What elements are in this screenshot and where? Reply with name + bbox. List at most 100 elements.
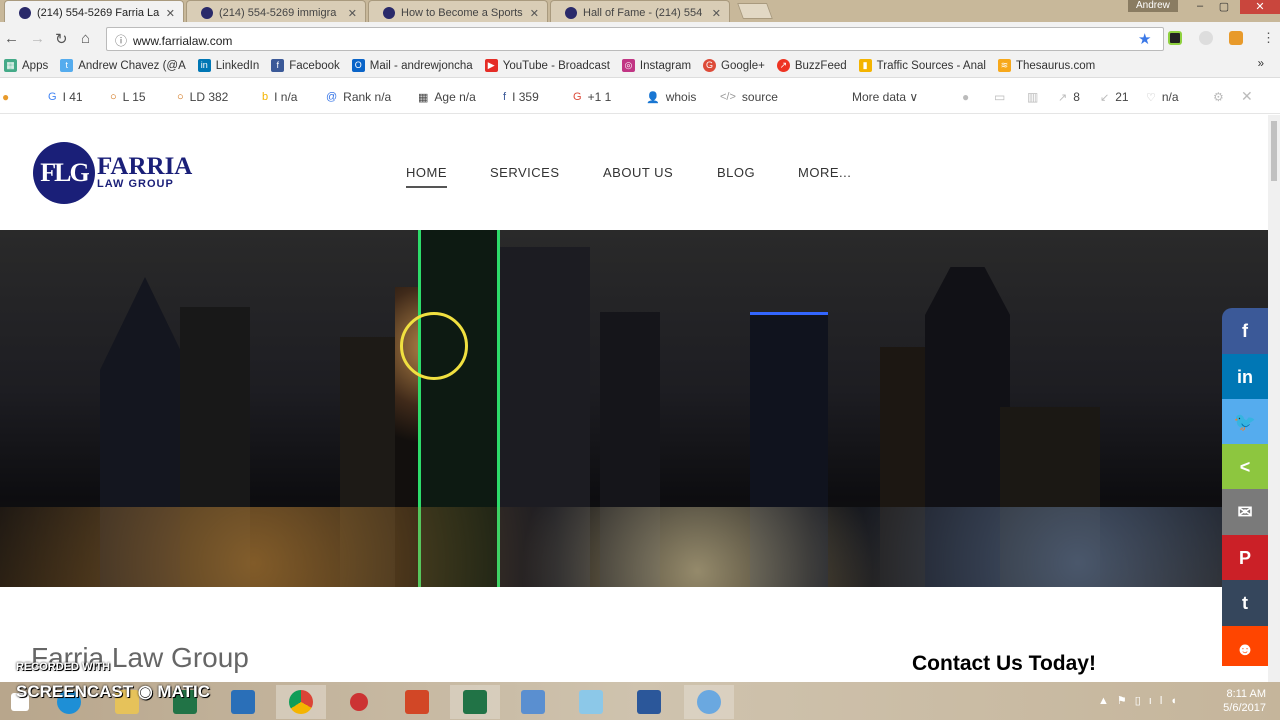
bookmark-twitter[interactable]: t Andrew Chavez (@A [60, 59, 186, 72]
share-facebook-button[interactable]: f [1222, 308, 1268, 354]
cursor-highlight [400, 312, 468, 380]
bookmark-label: Thesaurus.com [1015, 59, 1096, 72]
bookmark-label: Google+ [721, 59, 765, 72]
seo-whois[interactable]: 👤 whois [646, 90, 696, 104]
site-logo[interactable]: FLG FARRIA LAW GROUP [33, 142, 192, 204]
seo-internal-links[interactable]: ↙ 21 [1100, 90, 1129, 104]
extension-check-icon[interactable] [1168, 31, 1182, 45]
close-tab-icon[interactable]: ✕ [166, 7, 175, 20]
screencast-taskbar-icon[interactable] [684, 685, 734, 719]
more-bookmarks-icon[interactable]: » [1258, 58, 1264, 70]
display-icon[interactable]: ▭ [994, 90, 1005, 104]
close-tab-icon[interactable]: ✕ [712, 7, 721, 20]
close-seobar-icon[interactable]: ✕ [1241, 88, 1253, 105]
seo-external-links[interactable]: ↗ 8 [1058, 90, 1080, 104]
seo-google-plus[interactable]: G +1 1 [573, 90, 611, 104]
bookmark-youtube[interactable]: ▶ YouTube - Broadcast [484, 59, 610, 72]
close-window-icon[interactable]: ✕ [1240, 0, 1280, 14]
profile-button[interactable]: Andrew [1128, 0, 1178, 12]
calculator-taskbar-icon[interactable] [508, 685, 558, 719]
seo-health[interactable]: ♡ n/a [1146, 90, 1179, 104]
share-tumblr-button[interactable]: t [1222, 580, 1268, 626]
page-scrollbar[interactable] [1268, 115, 1280, 682]
reload-icon[interactable]: ↻ [55, 30, 68, 48]
nav-about-us[interactable]: ABOUT US [603, 165, 673, 180]
bookmark-facebook[interactable]: f Facebook [271, 59, 340, 72]
bookmark-label: Facebook [289, 59, 340, 72]
seoquake-icon[interactable] [1229, 31, 1243, 45]
share-reddit-button[interactable]: ☻ [1222, 626, 1268, 666]
snipping-tool-taskbar-icon[interactable] [334, 685, 384, 719]
share-linkedin-button[interactable]: in [1222, 354, 1268, 400]
person-icon: 👤 [646, 91, 660, 104]
close-tab-icon[interactable]: ✕ [530, 7, 539, 20]
excel-taskbar-icon[interactable] [450, 685, 500, 719]
info-icon[interactable]: ● [962, 90, 969, 104]
word-taskbar-icon[interactable] [624, 685, 674, 719]
clock[interactable]: 8:11 AM 5/6/2017 [1223, 687, 1266, 715]
close-tab-icon[interactable]: ✕ [348, 7, 357, 20]
bookmark-googleplus[interactable]: G Google+ [703, 59, 765, 72]
chrome-taskbar-icon[interactable] [276, 685, 326, 719]
bookmark-label: YouTube - Broadcast [502, 59, 610, 72]
remote-desktop-taskbar-icon[interactable] [218, 685, 268, 719]
bookmark-linkedin[interactable]: in LinkedIn [197, 59, 259, 72]
nav-blog[interactable]: BLOG [717, 165, 755, 180]
seo-bing-index[interactable]: b I n/a [262, 90, 297, 104]
share-twitter-button[interactable]: 🐦 [1222, 399, 1268, 445]
bookmark-buzzfeed[interactable]: ↗ BuzzFeed [776, 59, 847, 72]
scrollbar-thumb[interactable] [1271, 121, 1277, 181]
extension-circle-icon[interactable] [1199, 31, 1213, 45]
chart-icon[interactable]: ▥ [1027, 90, 1038, 104]
forward-icon[interactable]: → [30, 30, 45, 47]
notepad-taskbar-icon[interactable] [566, 685, 616, 719]
tumblr-icon: t [1242, 593, 1248, 613]
recorder-watermark-line2: SCREENCAST ◉ MATIC [16, 682, 210, 701]
google-plus-icon: G [573, 91, 582, 103]
bookmark-thesaurus[interactable]: ≋ Thesaurus.com [997, 59, 1096, 72]
seo-link-domains[interactable]: ○ LD 382 [177, 90, 228, 104]
bing-icon: b [262, 91, 269, 103]
menu-icon[interactable]: ⋮ [1262, 30, 1275, 46]
tab-hall-of-fame[interactable]: Hall of Fame - (214) 554 ✕ [550, 0, 730, 22]
bookmark-star-icon[interactable]: ★ [1138, 30, 1151, 48]
tab-immigration[interactable]: (214) 554-5269 immigra ✕ [186, 0, 366, 22]
favicon-icon [201, 7, 213, 19]
home-icon[interactable]: ⌂ [81, 30, 90, 47]
seo-value: source [741, 90, 778, 104]
system-tray[interactable]: ▲⚑▯ıl◖ [1098, 694, 1185, 707]
new-tab-button[interactable] [737, 3, 773, 19]
favicon-icon [383, 7, 395, 19]
seo-facebook[interactable]: f I 359 [503, 90, 539, 104]
share-generic-button[interactable]: < [1222, 444, 1268, 490]
maximize-icon[interactable]: ▢ [1216, 0, 1232, 14]
back-icon[interactable]: ← [4, 30, 19, 47]
seo-source[interactable]: </> source [720, 90, 778, 104]
recorder-watermark-line1: RECORDED WITH [16, 661, 111, 673]
bookmark-instagram[interactable]: ◎ Instagram [621, 59, 691, 72]
seo-alexa-rank[interactable]: @ Rank n/a [326, 90, 391, 104]
powerpoint-taskbar-icon[interactable] [392, 685, 442, 719]
seo-value: LD 382 [189, 90, 229, 104]
seo-value: +1 1 [587, 90, 612, 104]
bookmark-label: Andrew Chavez (@A [78, 59, 186, 72]
bookmark-apps[interactable]: ▦ Apps [4, 59, 48, 72]
share-pinterest-button[interactable]: P [1222, 535, 1268, 581]
nav-services[interactable]: SERVICES [490, 165, 560, 180]
share-email-button[interactable]: ✉ [1222, 489, 1268, 535]
settings-gear-icon[interactable]: ⚙ [1213, 90, 1224, 104]
bookmark-mail[interactable]: O Mail - andrewjoncha [351, 59, 473, 72]
google-icon: G [48, 91, 57, 103]
minimize-icon[interactable]: – [1192, 0, 1208, 14]
bookmark-analytics[interactable]: ▮ Traffic Sources - Anal [858, 59, 986, 72]
seo-google-index[interactable]: G I 41 [48, 90, 83, 104]
youtube-icon: ▶ [484, 59, 498, 72]
address-bar[interactable]: ⓘ www.farrialaw.com [106, 27, 1164, 51]
more-data-dropdown[interactable]: More data ∨ [852, 90, 918, 104]
seo-links[interactable]: ○ L 15 [110, 90, 146, 104]
tab-farria-law[interactable]: (214) 554-5269 Farria La ✕ [4, 0, 184, 22]
nav-more[interactable]: MORE... [798, 165, 851, 180]
tab-sports[interactable]: How to Become a Sports ✕ [368, 0, 548, 22]
nav-home[interactable]: HOME [406, 165, 447, 188]
seo-age[interactable]: ▦ Age n/a [418, 90, 476, 104]
